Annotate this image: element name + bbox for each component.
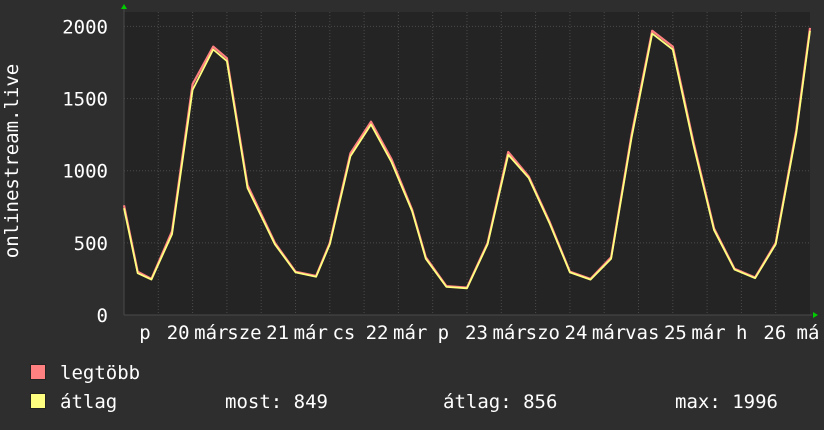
x-tick-label: 20: [167, 322, 190, 344]
x-tick-label: 24: [565, 322, 588, 344]
x-tick-label: cs: [332, 322, 355, 344]
x-tick-label: h: [736, 322, 747, 344]
legend-label-max: legtöbb: [60, 362, 141, 384]
x-tick-label: vas: [625, 322, 659, 344]
stat-average: átlag: 856: [443, 391, 558, 413]
y-tick-label: 500: [74, 233, 108, 255]
stat-current: most: 849: [225, 391, 328, 413]
stat-max: max: 1996: [675, 391, 778, 413]
y-axis-label: onlinestream.live: [1, 63, 23, 259]
x-axis-arrow: [813, 312, 818, 318]
legend-item-avg: átlag: [30, 391, 117, 413]
traffic-chart: 0500100015002000p 20 mársze 21 már cs 22 már p 23…: [62, 4, 820, 344]
x-tick-label: 26: [763, 322, 786, 344]
y-tick-label: 0: [97, 305, 108, 327]
x-tick-label: 23: [465, 322, 488, 344]
y-tick-label: 2000: [62, 16, 108, 38]
x-tick-label: sze: [227, 322, 261, 344]
y-tick-label: 1500: [62, 89, 108, 111]
x-tick-label: 21: [266, 322, 289, 344]
x-tick-label: má: [797, 322, 820, 344]
x-tick-label: p: [139, 322, 150, 344]
x-tick-label: 22: [366, 322, 389, 344]
x-tick-label: 25: [664, 322, 687, 344]
x-tick-label: már: [691, 322, 725, 344]
legend-swatch-avg: [30, 393, 46, 409]
x-tick-label: már: [294, 322, 328, 344]
x-tick-label: már: [393, 322, 427, 344]
y-axis-arrow: [121, 4, 127, 9]
legend-item-max: legtöbb: [30, 362, 140, 384]
legend-label-avg: átlag: [60, 391, 118, 413]
legend-swatch-max: [30, 364, 46, 380]
x-tick-label: már: [492, 322, 526, 344]
x-tick-label: már: [194, 322, 228, 344]
x-tick-label: szo: [526, 322, 560, 344]
x-tick-label: p: [438, 322, 449, 344]
y-tick-label: 1000: [62, 161, 108, 183]
x-tick-label: már: [592, 322, 626, 344]
